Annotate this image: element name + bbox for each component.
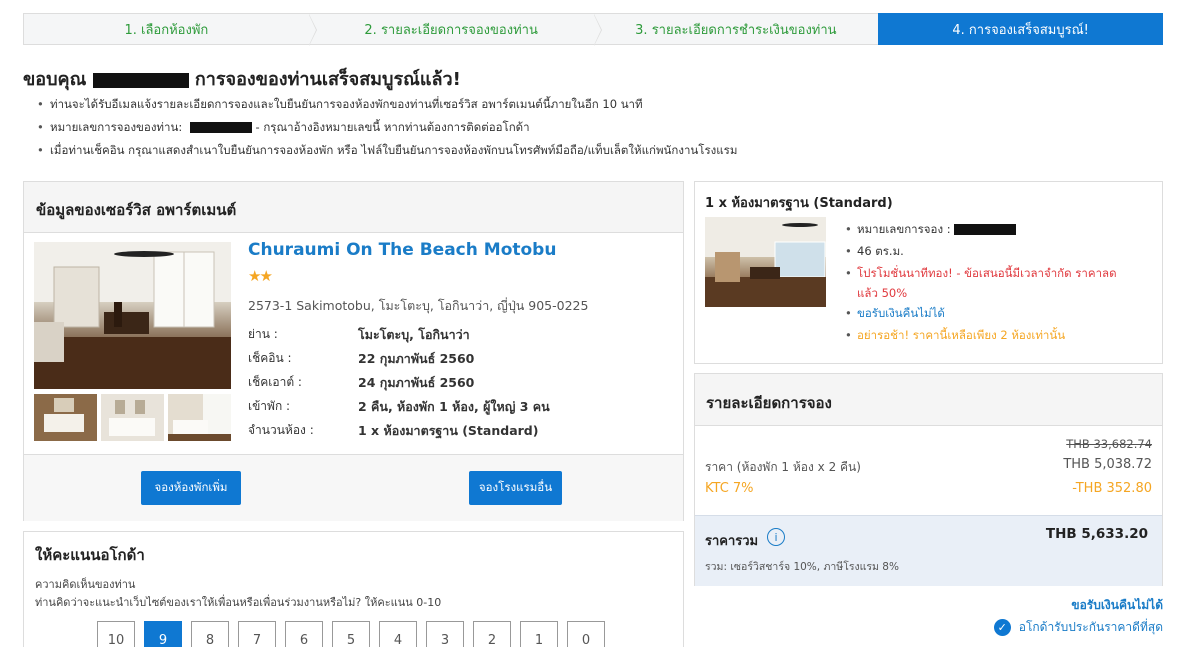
detail-key: เข้าพัก : [248, 399, 291, 413]
panel-title: ข้อมูลของเซอร์วิส อพาร์ตเมนต์ [24, 182, 683, 233]
property-main-photo[interactable] [34, 242, 231, 389]
list-item: หมายเลขการจองของท่าน: - กรุณาอ้างอิงหมาย… [37, 119, 737, 142]
property-thumb-1[interactable] [34, 394, 97, 441]
thanks-prefix: ขอบคุณ [23, 69, 87, 90]
price-label: ราคา (ห้องพัก 1 ห้อง x 2 คืน) [705, 460, 861, 474]
score-option-3[interactable]: 3 [426, 621, 464, 647]
thanks-suffix: การจองของท่านเสร็จสมบูรณ์แล้ว! [194, 69, 461, 90]
detail-value: 22 กุมภาพันธ์ 2560 [358, 351, 475, 366]
list-item: ขอรับเงินคืนไม่ได้ [845, 303, 1132, 325]
discount-label: KTC 7% [705, 481, 754, 496]
tax-note: รวม: เซอร์วิสชาร์จ 10%, ภาษีโรงแรม 8% [705, 561, 899, 573]
confirmation-notes: ท่านจะได้รับอีเมลแจ้งรายละเอียดการจองและ… [37, 96, 738, 165]
redacted-name [92, 72, 189, 88]
total-value: THB 5,633.20 [1045, 526, 1148, 542]
property-thumb-2[interactable] [101, 394, 164, 441]
step-booking-complete: 4. การจองเสร็จสมบูรณ์! [878, 13, 1163, 45]
property-thumb-3[interactable] [168, 394, 231, 441]
nonrefundable-text: ขอรับเงินคืนไม่ได้ [857, 306, 945, 320]
score-option-9[interactable]: 9 [144, 621, 182, 647]
book-more-rooms-button[interactable]: จองห้องพักเพิ่ม [141, 471, 241, 505]
room-summary-panel: 1 x ห้องมาตรฐาน (Standard) หมายเลขการจอง… [694, 181, 1163, 364]
step-label: 3. รายละเอียดการชำระเงินของท่าน [635, 22, 837, 38]
note-checkin: เมื่อท่านเช็คอิน กรุณาแสดงสำเนาใบยืนยันก… [50, 143, 738, 157]
score-option-1[interactable]: 1 [520, 621, 558, 647]
rating-subtitle: ความคิดเห็นของท่าน [35, 578, 136, 591]
step-label: 4. การจองเสร็จสมบูรณ์! [952, 22, 1089, 38]
score-option-6[interactable]: 6 [285, 621, 323, 647]
total-section: ราคารวม i THB 5,633.20 รวม: เซอร์วิสชาร์… [695, 515, 1162, 586]
score-option-2[interactable]: 2 [473, 621, 511, 647]
step-booking-details: 2. รายละเอียดการจองของท่าน [308, 13, 602, 46]
step-label: 2. รายละเอียดการจองของท่าน [364, 22, 538, 38]
rating-question: ท่านคิดว่าจะแนะนำเว็บไซต์ของเราให้เพื่อน… [35, 596, 442, 609]
detail-value: 24 กุมภาพันธ์ 2560 [358, 375, 475, 390]
check-icon: ✓ [993, 619, 1011, 636]
original-price: THB 33,682.74 [1066, 437, 1152, 451]
room-features: หมายเลขการจอง : 46 ตร.ม. โปรโมชั่นนาทีทอ… [845, 219, 1132, 347]
info-icon[interactable]: i [767, 528, 785, 546]
detail-row-stay: เข้าพัก : 2 คืน, ห้องพัก 1 ห้อง, ผู้ใหญ่ … [248, 397, 550, 421]
list-item: โปรโมชั่นนาทีทอง! - ข้อเสนอนี้มีเวลาจำกั… [845, 263, 1132, 303]
total-label: ราคารวม [705, 534, 759, 549]
availability-warning: อย่ารอช้า! ราคานี้เหลือเพียง 2 ห้องเท่าน… [857, 328, 1066, 342]
room-size: 46 ตร.ม. [857, 244, 904, 258]
price-value: THB 5,038.72 [1063, 457, 1152, 472]
step-label: 1. เลือกห้องพัก [124, 22, 209, 38]
detail-row-area: ย่าน : โมะโตะบุ, โอกินาว่า [248, 325, 550, 349]
note-booking-no-label: หมายเลขการจองของท่าน: [50, 120, 183, 134]
step-payment-details: 3. รายละเอียดการชำระเงินของท่าน [593, 13, 879, 45]
detail-key: ย่าน : [248, 327, 278, 341]
stay-details: ย่าน : โมะโตะบุ, โอกินาว่า เช็คอิน : 22 กุ… [248, 325, 550, 445]
list-item: 46 ตร.ม. [845, 241, 1132, 263]
discount-value: -THB 352.80 [1072, 481, 1152, 496]
detail-key: เช็คอิน : [248, 351, 292, 365]
property-info-panel: ข้อมูลของเซอร์วิส อพาร์ตเมนต์ Churaumi O… [23, 181, 684, 521]
score-option-7[interactable]: 7 [238, 621, 276, 647]
detail-value: 1 x ห้องมาตรฐาน (Standard) [358, 423, 539, 438]
score-selector: 10 9 8 7 6 5 4 3 2 1 0 [97, 621, 605, 647]
note-email: ท่านจะได้รับอีเมลแจ้งรายละเอียดการจองและ… [50, 97, 643, 111]
panel-title: รายละเอียดการจอง [695, 374, 1162, 426]
booking-details-panel: รายละเอียดการจอง THB 33,682.74 ราคา (ห้อ… [694, 373, 1163, 586]
panel-footer [24, 454, 683, 521]
booking-number-label: หมายเลขการจอง : [857, 222, 951, 236]
list-item: เมื่อท่านเช็คอิน กรุณาแสดงสำเนาใบยืนยันก… [37, 142, 738, 165]
detail-row-checkin: เช็คอิน : 22 กุมภาพันธ์ 2560 [248, 349, 550, 373]
refund-policy-link[interactable]: ขอรับเงินคืนไม่ได้ [1071, 596, 1163, 615]
detail-row-rooms: จำนวนห้อง : 1 x ห้องมาตรฐาน (Standard) [248, 421, 550, 445]
detail-key: จำนวนห้อง : [248, 423, 314, 437]
redacted-booking-number [189, 122, 252, 133]
booking-stepper: 1. เลือกห้องพัก 2. รายละเอียดการจองของท่… [23, 13, 1163, 46]
promo-text: โปรโมชั่นนาทีทอง! - ข้อเสนอนี้มีเวลาจำกั… [857, 266, 1117, 300]
detail-key: เช็คเอาต์ : [248, 375, 302, 389]
score-option-10[interactable]: 10 [97, 621, 135, 647]
list-item: หมายเลขการจอง : [845, 219, 1132, 241]
rating-title: ให้คะแนนอโกด้า [35, 546, 145, 564]
step-select-room: 1. เลือกห้องพัก [23, 13, 317, 46]
confirmation-title: ขอบคุณ การจองของท่านเสร็จสมบูรณ์แล้ว! [23, 64, 461, 93]
note-booking-no-ref: - กรุณาอ้างอิงหมายเลขนี้ หากท่านต้องการต… [255, 120, 530, 134]
list-item: ท่านจะได้รับอีเมลแจ้งรายละเอียดการจองและ… [37, 96, 737, 119]
score-option-5[interactable]: 5 [332, 621, 370, 647]
room-photo[interactable] [705, 217, 826, 307]
score-option-8[interactable]: 8 [191, 621, 229, 647]
hotel-name-link[interactable]: Churaumi On The Beach Motobu [248, 240, 556, 260]
score-option-4[interactable]: 4 [379, 621, 417, 647]
detail-value: 2 คืน, ห้องพัก 1 ห้อง, ผู้ใหญ่ 3 คน [358, 399, 550, 414]
room-title: 1 x ห้องมาตรฐาน (Standard) [705, 196, 893, 211]
guarantee-text: อโกด้ารับประกันราคาดีที่สุด [1018, 620, 1163, 634]
star-rating: ★★ [248, 267, 273, 285]
hotel-address: 2573-1 Sakimotobu, โมะโตะบุ, โอกินาว่า, … [248, 298, 589, 313]
rate-agoda-panel: ให้คะแนนอโกด้า ความคิดเห็นของท่าน ท่านคิ… [23, 531, 684, 647]
book-other-hotel-button[interactable]: จองโรงแรมอื่น [469, 471, 562, 505]
price-guarantee[interactable]: ✓ อโกด้ารับประกันราคาดีที่สุด [993, 618, 1163, 637]
score-option-0[interactable]: 0 [567, 621, 605, 647]
redacted-booking-number [954, 224, 1017, 235]
detail-row-checkout: เช็คเอาต์ : 24 กุมภาพันธ์ 2560 [248, 373, 550, 397]
list-item: อย่ารอช้า! ราคานี้เหลือเพียง 2 ห้องเท่าน… [845, 325, 1132, 347]
detail-value: โมะโตะบุ, โอกินาว่า [358, 327, 470, 342]
